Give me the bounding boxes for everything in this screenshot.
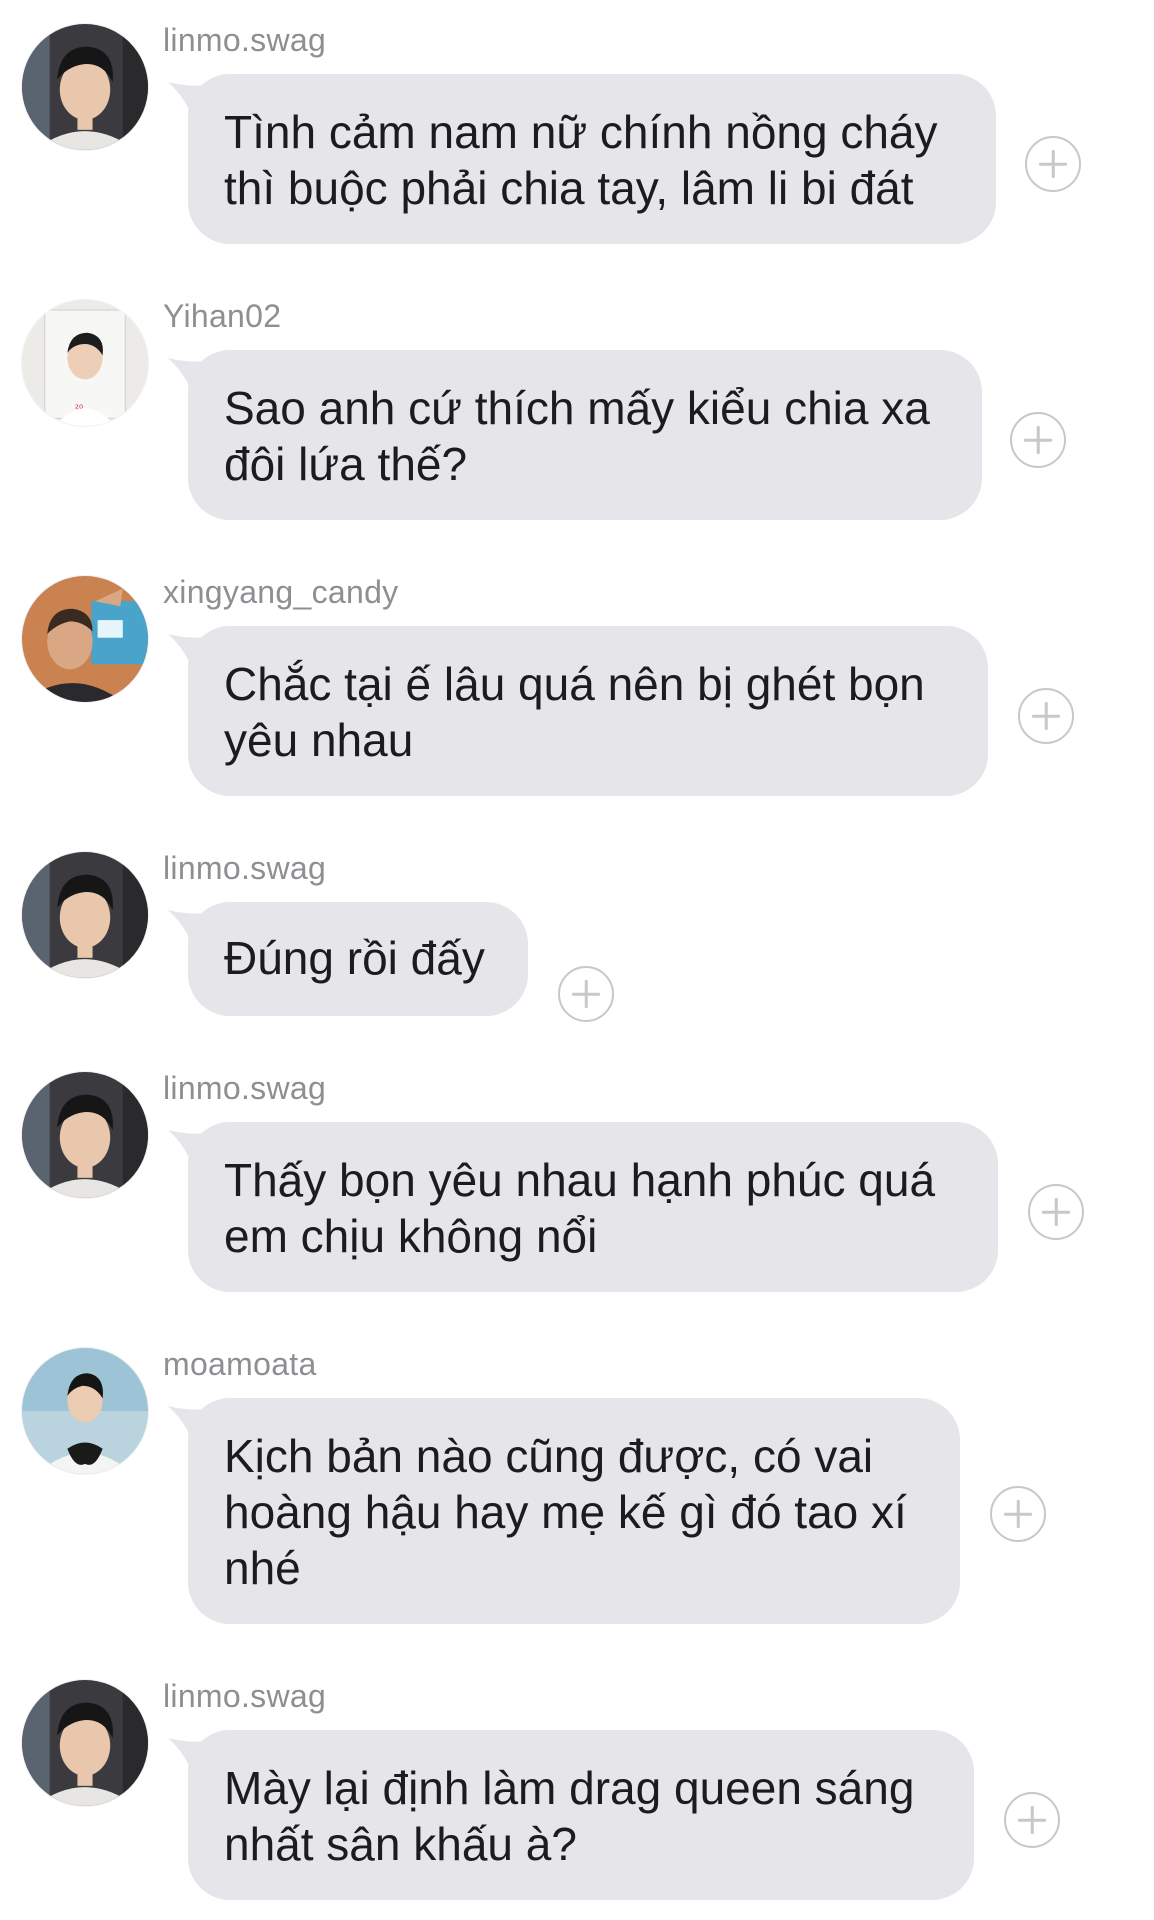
message-bubble[interactable]: Mày lại định làm drag queen sáng nhất sâ…: [188, 1730, 974, 1900]
add-reaction-icon[interactable]: [1028, 1184, 1084, 1240]
add-reaction-icon[interactable]: [990, 1486, 1046, 1542]
message-username[interactable]: xingyang_candy: [163, 574, 398, 610]
avatar-xingyang[interactable]: [22, 576, 148, 702]
avatar-yihan[interactable]: [22, 300, 148, 426]
message-bubble[interactable]: Chắc tại ế lâu quá nên bị ghét bọn yêu n…: [188, 626, 988, 796]
message-username[interactable]: linmo.swag: [163, 1678, 326, 1714]
avatar-linmo[interactable]: [22, 1072, 148, 1198]
avatar-moamoata[interactable]: [22, 1348, 148, 1474]
add-reaction-icon[interactable]: [1018, 688, 1074, 744]
message-username[interactable]: Yihan02: [163, 298, 281, 334]
message-username[interactable]: moamoata: [163, 1346, 317, 1382]
avatar-linmo[interactable]: [22, 1680, 148, 1806]
message-username[interactable]: linmo.swag: [163, 22, 326, 58]
add-reaction-icon[interactable]: [558, 966, 614, 1022]
message-bubble[interactable]: Tình cảm nam nữ chính nồng cháy thì buộc…: [188, 74, 996, 244]
avatar-linmo[interactable]: [22, 24, 148, 150]
add-reaction-icon[interactable]: [1025, 136, 1081, 192]
add-reaction-icon[interactable]: [1010, 412, 1066, 468]
message-bubble[interactable]: Kịch bản nào cũng được, có vai hoàng hậu…: [188, 1398, 960, 1624]
avatar-linmo[interactable]: [22, 852, 148, 978]
message-username[interactable]: linmo.swag: [163, 1070, 326, 1106]
message-username[interactable]: linmo.swag: [163, 850, 326, 886]
message-bubble[interactable]: Sao anh cứ thích mấy kiểu chia xa đôi lứ…: [188, 350, 982, 520]
add-reaction-icon[interactable]: [1004, 1792, 1060, 1848]
message-bubble[interactable]: Thấy bọn yêu nhau hạnh phúc quá em chịu …: [188, 1122, 998, 1292]
message-bubble[interactable]: Đúng rồi đấy: [188, 902, 528, 1016]
